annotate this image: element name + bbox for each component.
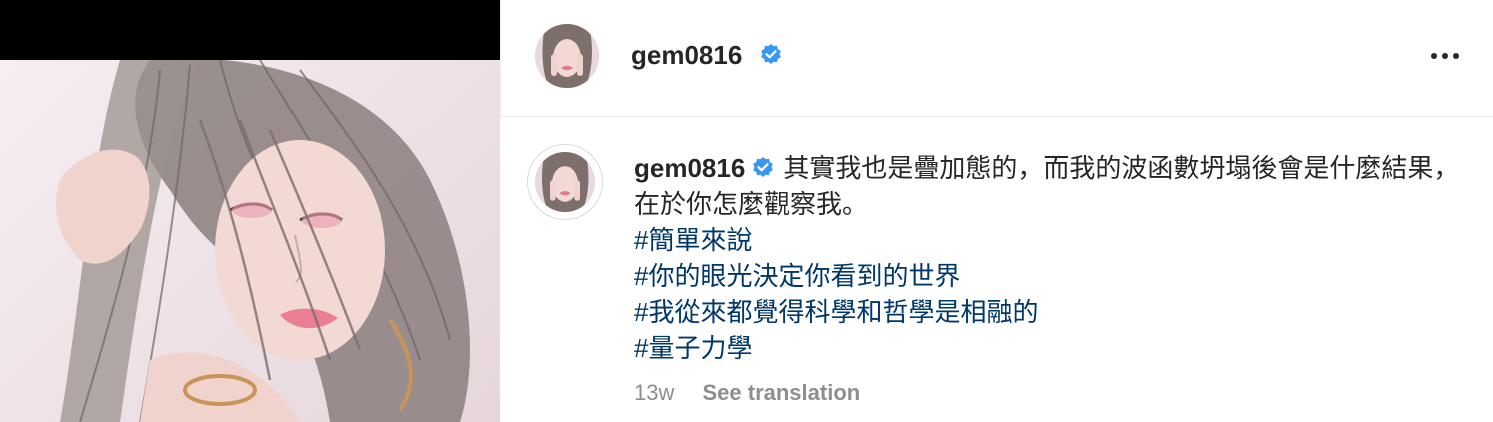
post-media-panel[interactable] (0, 0, 500, 422)
caption-meta: 13w See translation (634, 380, 860, 406)
post-details-panel: gem0816 gem0816 其實我也是疊加態的，而我的波函數坍塌後會是什麼結… (500, 0, 1493, 422)
author-avatar[interactable] (535, 24, 599, 88)
post-header: gem0816 (500, 0, 1493, 117)
caption-author-avatar[interactable] (535, 152, 595, 212)
post-timestamp[interactable]: 13w (634, 380, 674, 405)
avatar-image (535, 24, 599, 88)
more-horizontal-icon (1431, 53, 1437, 59)
hashtag-link[interactable]: #你的眼光決定你看到的世界 (634, 258, 1464, 294)
caption: gem0816 其實我也是疊加態的，而我的波函數坍塌後會是什麼結果，在於你怎麼觀… (634, 150, 1464, 366)
caption-avatar-ring[interactable] (527, 144, 603, 220)
avatar-image (535, 152, 595, 212)
hashtag-link[interactable]: #量子力學 (634, 330, 1464, 366)
verified-badge-icon (751, 153, 775, 177)
hashtag-link[interactable]: #簡單來說 (634, 222, 1464, 258)
hashtag-link[interactable]: #我從來都覺得科學和哲學是相融的 (634, 294, 1464, 330)
caption-username[interactable]: gem0816 (634, 153, 745, 183)
more-dot (1453, 53, 1459, 59)
more-options-button[interactable] (1425, 40, 1465, 72)
post-photo[interactable] (0, 60, 500, 422)
portrait-illustration (56, 60, 470, 422)
see-translation-button[interactable]: See translation (702, 380, 860, 405)
author-username[interactable]: gem0816 (631, 40, 742, 71)
caption-text-line: gem0816 其實我也是疊加態的，而我的波函數坍塌後會是什麼結果，在於你怎麼觀… (634, 150, 1464, 222)
more-dot (1442, 53, 1448, 59)
verified-badge-icon (759, 43, 783, 67)
